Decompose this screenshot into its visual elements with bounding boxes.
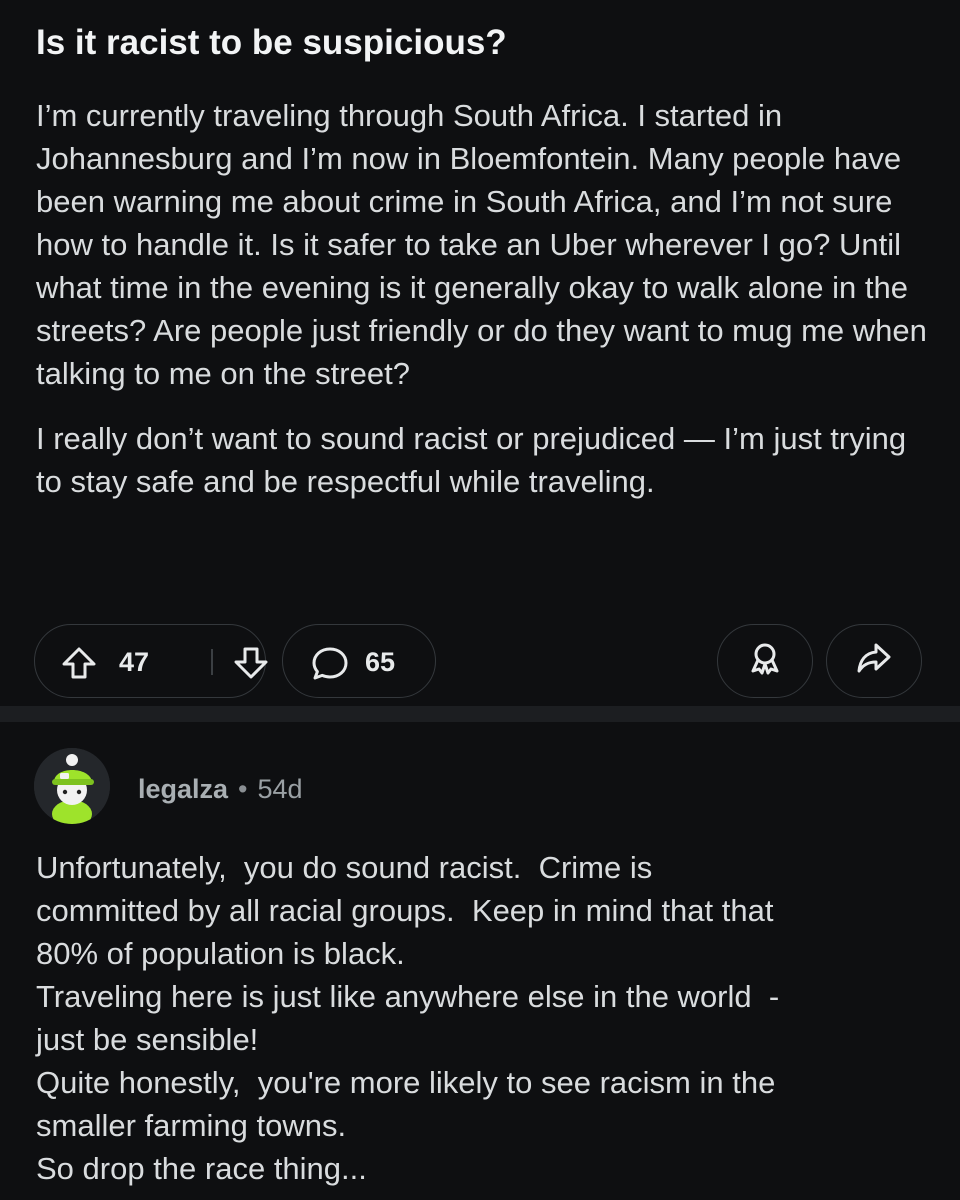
comment-body: Unfortunately, you do sound racist. Crim… <box>36 846 936 1190</box>
comment-username[interactable]: legalza <box>138 774 228 804</box>
post-action-bar: 47 65 <box>0 624 960 700</box>
post-paragraph: I’m currently traveling through South Af… <box>36 98 927 391</box>
comment-line: Quite honestly, you're more likely to se… <box>36 1065 776 1100</box>
comment-age: 54d <box>257 774 303 804</box>
award-button[interactable] <box>717 624 813 698</box>
user-avatar[interactable] <box>34 748 110 824</box>
downvote-arrow-icon[interactable] <box>233 646 269 680</box>
vote-pill: 47 <box>34 624 269 698</box>
section-divider <box>0 706 960 722</box>
share-arrow-icon <box>856 641 892 682</box>
post: Is it racist to be suspicious? I’m curre… <box>0 0 960 706</box>
comment-line: just be sensible! <box>36 1022 259 1057</box>
comment-line: committed by all racial groups. Keep in … <box>36 893 774 928</box>
vote-divider <box>211 649 213 675</box>
comment-line: So drop the race thing... <box>36 1151 367 1186</box>
post-paragraph: I really don’t want to sound racist or p… <box>36 421 907 499</box>
comment-bubble-icon <box>311 646 349 687</box>
award-icon <box>747 640 783 683</box>
vote-count: 47 <box>119 647 150 677</box>
comment-line: Unfortunately, you do sound racist. Crim… <box>36 850 653 885</box>
share-button[interactable] <box>826 624 922 698</box>
comment-count: 65 <box>365 647 396 677</box>
comment: legalza • 54d Unfortunately, you do sound … <box>0 722 960 1200</box>
comment-line: 80% of population is black. <box>36 936 405 971</box>
meta-separator: • <box>238 774 248 804</box>
comments-button[interactable]: 65 <box>282 624 436 698</box>
comment-line: smaller farming towns. <box>36 1108 347 1143</box>
comment-meta: legalza • 54d <box>138 772 303 806</box>
comment-line: Traveling here is just like anywhere els… <box>36 979 780 1014</box>
post-title: Is it racist to be suspicious? <box>36 23 507 62</box>
post-body: I’m currently traveling through South Af… <box>36 94 936 525</box>
upvote-arrow-icon[interactable] <box>61 646 97 680</box>
